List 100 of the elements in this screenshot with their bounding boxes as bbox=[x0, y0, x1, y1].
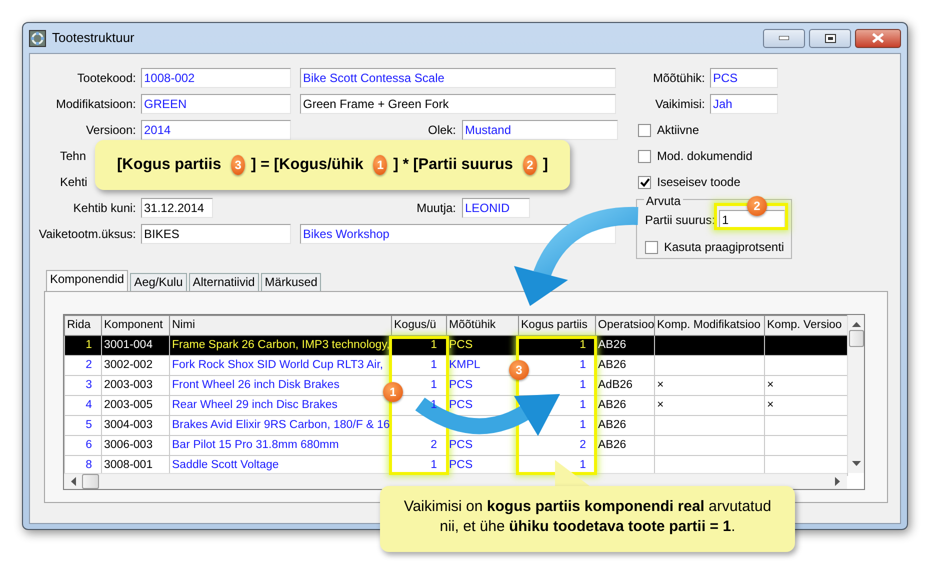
table-cell: 1 bbox=[430, 338, 437, 351]
number-badge: 1 bbox=[373, 155, 388, 175]
checkbox[interactable] bbox=[638, 176, 651, 188]
table-cell: × bbox=[657, 398, 664, 411]
checkbox[interactable] bbox=[638, 150, 651, 162]
table-cell: 1 bbox=[580, 398, 586, 411]
maximize-button[interactable] bbox=[809, 28, 851, 48]
table-cell: 3001-004 bbox=[104, 338, 153, 351]
table-cell: AB26 bbox=[598, 338, 626, 351]
tab[interactable]: Aeg/Kulu bbox=[130, 273, 187, 291]
table-cell: PCS bbox=[449, 398, 473, 411]
column-header: Komponent bbox=[102, 316, 170, 336]
column-header: Kogus/ü bbox=[392, 316, 446, 336]
scroll-down-icon[interactable] bbox=[852, 461, 860, 467]
table-cell: 1 bbox=[580, 378, 586, 391]
table-cell: Rear Wheel 29 inch Disc Brakes bbox=[172, 398, 338, 411]
text-field[interactable]: LEONID bbox=[462, 198, 530, 218]
column-header: Kogus partiis bbox=[518, 316, 596, 336]
column-header: Komp. Versioo bbox=[764, 316, 848, 336]
table-cell: 3004-003 bbox=[104, 418, 153, 431]
table-cell: 3006-003 bbox=[104, 438, 153, 451]
table-row[interactable]: 6 3006-003 Bar Pilot 15 Pro 31.8mm 680mm 2 PCS 2 AB26 bbox=[64, 436, 848, 456]
table-cell: PCS bbox=[449, 438, 473, 451]
minimize-button[interactable] bbox=[763, 28, 805, 48]
table-cell: AdB26 bbox=[598, 378, 633, 391]
table-cell: 2 bbox=[430, 438, 437, 451]
table-cell: 5 bbox=[86, 418, 92, 431]
table-cell: 1 bbox=[430, 378, 437, 391]
text-field[interactable]: BIKES bbox=[141, 224, 291, 244]
formula-text: ] bbox=[542, 155, 548, 176]
table-cell: 2 bbox=[580, 438, 586, 451]
scroll-thumb[interactable] bbox=[848, 330, 864, 347]
table-cell: 2 bbox=[86, 358, 92, 371]
formula-text: ] * [Partii suurus bbox=[393, 155, 513, 176]
formula-text: [Kogus partiis bbox=[117, 155, 222, 176]
scroll-right-icon[interactable] bbox=[835, 477, 841, 486]
table-cell: Fork Rock Shox SID World Cup RLT3 Air, bbox=[172, 358, 384, 371]
text-field[interactable]: PCS bbox=[710, 68, 778, 88]
table-cell: PCS bbox=[449, 378, 473, 391]
table-cell: 3008-001 bbox=[104, 458, 153, 471]
table-cell: 8 bbox=[86, 458, 92, 471]
field-label: Tootekood: bbox=[76, 70, 136, 87]
text-field[interactable]: Jah bbox=[710, 94, 778, 114]
field-label: Partii suurus: bbox=[645, 212, 716, 229]
table-row[interactable]: 1 3001-004 Frame Spark 26 Carbon, IMP3 technology, 1 PCS 1 AB26 bbox=[64, 336, 848, 356]
field-label: Kehtib kuni: bbox=[72, 200, 136, 217]
close-button[interactable] bbox=[855, 28, 901, 48]
table-cell: 1 bbox=[580, 338, 586, 351]
window-title: Tootestruktuur bbox=[52, 29, 134, 48]
table-cell: AB26 bbox=[598, 438, 626, 451]
tab[interactable]: Märkused bbox=[260, 273, 322, 291]
field-label: Muutja: bbox=[416, 200, 457, 217]
table-cell: 6 bbox=[86, 438, 92, 451]
tab[interactable]: Alternatiivid bbox=[188, 273, 259, 291]
checkbox-label: Iseseisev toode bbox=[657, 174, 740, 191]
checkbox-label: Aktiivne bbox=[657, 122, 700, 139]
scroll-left-icon[interactable] bbox=[70, 477, 76, 486]
table-cell: × bbox=[767, 378, 774, 391]
table-cell: AB26 bbox=[598, 418, 626, 431]
text-field[interactable]: Mustand bbox=[462, 120, 618, 140]
table-cell: 1 bbox=[86, 338, 92, 351]
text-field[interactable]: Bike Scott Contessa Scale bbox=[300, 68, 616, 88]
column-header: Rida bbox=[64, 316, 102, 336]
table-cell: PCS bbox=[449, 338, 473, 351]
table-cell: KMPL bbox=[449, 358, 480, 371]
column-header: Operatsioo bbox=[596, 316, 654, 336]
field-label: Modifikatsioon: bbox=[54, 96, 136, 113]
checkbox-label: Mod. dokumendid bbox=[657, 148, 752, 165]
checkbox[interactable] bbox=[638, 124, 651, 136]
checkbox-label: Kasuta praagiprotsenti bbox=[664, 239, 784, 256]
text-field[interactable]: GREEN bbox=[141, 94, 291, 114]
table-cell: Saddle Scott Voltage bbox=[172, 458, 279, 471]
scroll-thumb[interactable] bbox=[82, 474, 99, 489]
text-field[interactable]: 2014 bbox=[141, 120, 291, 140]
field-label: Vaikimisi: bbox=[654, 96, 705, 113]
table-cell: 1 bbox=[580, 358, 586, 371]
text-field[interactable]: Green Frame + Green Fork bbox=[300, 94, 616, 114]
number-badge: 2 bbox=[522, 155, 537, 175]
table-cell: 2003-003 bbox=[104, 378, 153, 391]
table-cell: 1 bbox=[580, 418, 586, 431]
vertical-scrollbar[interactable] bbox=[847, 315, 864, 473]
scroll-up-icon[interactable] bbox=[852, 321, 860, 327]
table-cell: 1 bbox=[430, 358, 437, 371]
table-cell: × bbox=[657, 378, 664, 391]
tab[interactable]: Komponendid bbox=[46, 270, 128, 291]
field-label: Olek: bbox=[426, 122, 457, 139]
checkbox[interactable] bbox=[645, 240, 658, 254]
maximize-icon bbox=[824, 34, 836, 42]
table-cell: 4 bbox=[86, 398, 92, 411]
text-field[interactable]: 1008-002 bbox=[141, 68, 291, 88]
table-cell: 3002-002 bbox=[104, 358, 153, 371]
app-icon bbox=[29, 30, 46, 46]
table-cell: 1 bbox=[430, 458, 437, 471]
column-header: Komp. Modifikatsioo bbox=[654, 316, 764, 336]
table-cell: AB26 bbox=[598, 358, 626, 371]
field-label: Kehti bbox=[59, 174, 88, 191]
column-header: Mõõtühik bbox=[446, 316, 518, 336]
table-cell: Front Wheel 26 inch Disk Brakes bbox=[172, 378, 340, 391]
table-cell: PCS bbox=[449, 458, 473, 471]
text-field[interactable]: 31.12.2014 bbox=[141, 198, 213, 218]
